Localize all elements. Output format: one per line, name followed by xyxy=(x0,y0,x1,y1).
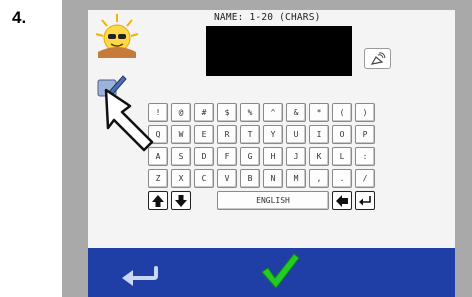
key[interactable]: N xyxy=(263,169,283,188)
key[interactable]: % xyxy=(240,103,260,122)
key[interactable]: * xyxy=(309,103,329,122)
key[interactable]: H xyxy=(263,147,283,166)
satellite-dish-icon xyxy=(370,51,385,65)
key[interactable]: C xyxy=(194,169,214,188)
shift-up-key[interactable] xyxy=(148,191,168,210)
key[interactable]: Y xyxy=(263,125,283,144)
name-input[interactable] xyxy=(206,26,352,76)
key[interactable]: T xyxy=(240,125,260,144)
key[interactable]: K xyxy=(309,147,329,166)
key[interactable]: ^ xyxy=(263,103,283,122)
key[interactable]: @ xyxy=(171,103,191,122)
key[interactable]: S xyxy=(171,147,191,166)
key[interactable]: B xyxy=(240,169,260,188)
key[interactable]: Z xyxy=(148,169,168,188)
key[interactable]: F xyxy=(217,147,237,166)
key[interactable]: W xyxy=(171,125,191,144)
key[interactable]: D xyxy=(194,147,214,166)
key[interactable]: J xyxy=(286,147,306,166)
green-checkmark-icon[interactable] xyxy=(258,250,302,292)
key[interactable]: X xyxy=(171,169,191,188)
key[interactable]: R xyxy=(217,125,237,144)
key[interactable]: O xyxy=(332,125,352,144)
sun-with-glasses-icon xyxy=(95,14,139,58)
key[interactable]: L xyxy=(332,147,352,166)
name-field-label: NAME: 1-20 (CHARS) xyxy=(214,12,321,23)
backspace-arrow-icon xyxy=(336,194,348,207)
arrow-up-icon xyxy=(152,194,164,207)
back-arrow-icon[interactable] xyxy=(118,258,162,288)
key[interactable]: I xyxy=(309,125,329,144)
key[interactable]: P xyxy=(355,125,375,144)
step-number: 4. xyxy=(12,8,27,27)
satellite-dish-button[interactable] xyxy=(364,48,391,69)
key[interactable]: U xyxy=(286,125,306,144)
key[interactable]: & xyxy=(286,103,306,122)
key[interactable]: : xyxy=(355,147,375,166)
key[interactable]: ( xyxy=(332,103,352,122)
shift-down-key[interactable] xyxy=(171,191,191,210)
hand-pointer-cursor-icon xyxy=(104,88,154,152)
key[interactable]: ) xyxy=(355,103,375,122)
key[interactable]: V xyxy=(217,169,237,188)
enter-return-icon xyxy=(359,195,371,205)
key[interactable]: E xyxy=(194,125,214,144)
language-key[interactable]: ENGLISH xyxy=(217,191,329,210)
key[interactable]: . xyxy=(332,169,352,188)
key[interactable]: , xyxy=(309,169,329,188)
key[interactable]: M xyxy=(286,169,306,188)
key[interactable]: # xyxy=(194,103,214,122)
backspace-key[interactable] xyxy=(332,191,352,210)
key[interactable]: $ xyxy=(217,103,237,122)
key[interactable]: / xyxy=(355,169,375,188)
arrow-down-icon xyxy=(175,194,187,207)
key[interactable]: G xyxy=(240,147,260,166)
enter-key[interactable] xyxy=(355,191,375,210)
